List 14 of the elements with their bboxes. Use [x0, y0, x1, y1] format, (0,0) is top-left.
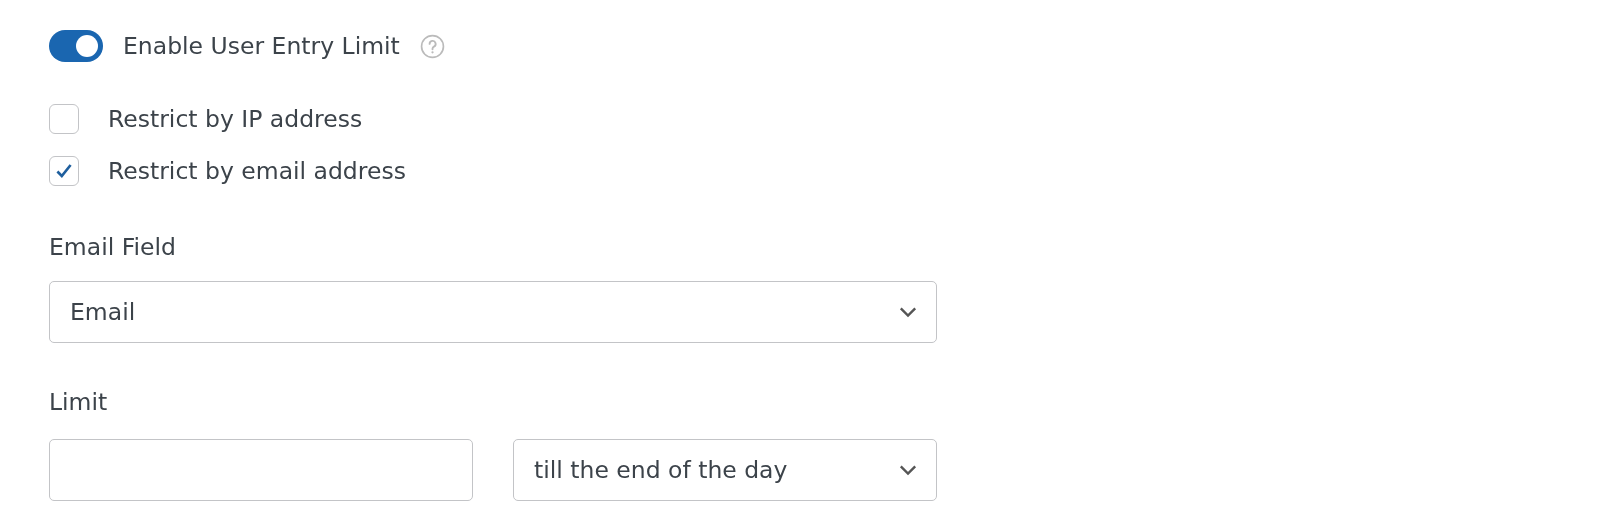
checkbox[interactable] — [49, 156, 79, 186]
period-select[interactable]: till the end of the day — [513, 439, 937, 501]
checkbox-label: Restrict by email address — [108, 157, 406, 185]
checkbox[interactable] — [49, 104, 79, 134]
email-select[interactable]: Email — [49, 281, 937, 343]
field-label: Limit — [49, 388, 109, 416]
toggle-switch[interactable] — [49, 30, 103, 62]
chevron-down-icon — [898, 306, 918, 318]
checkbox-label: Restrict by IP address — [108, 105, 363, 133]
help-icon[interactable] — [419, 33, 445, 59]
toggle-label: Enable User Entry Limit — [123, 32, 400, 60]
limit-input[interactable] — [49, 439, 473, 501]
field-label: Email Field — [49, 233, 177, 261]
chevron-down-icon — [898, 464, 918, 476]
